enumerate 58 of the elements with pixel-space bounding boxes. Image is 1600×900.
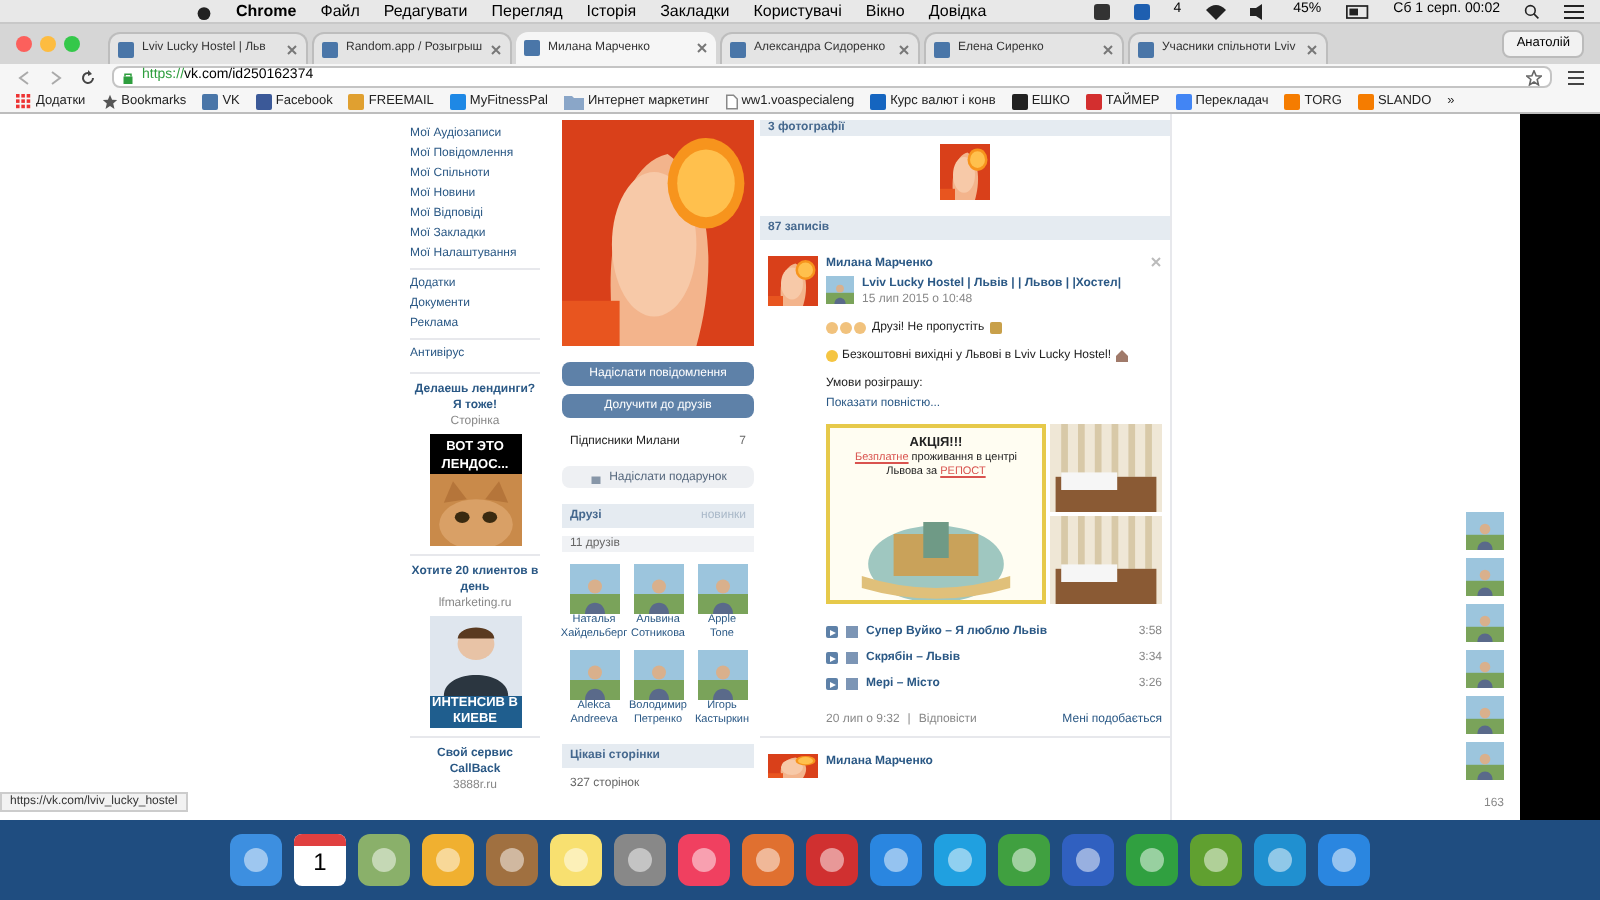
close-icon[interactable] [1102, 43, 1114, 55]
app-icon[interactable] [742, 834, 794, 886]
menu-item[interactable]: Перегляд [491, 0, 563, 23]
app-icon[interactable] [422, 834, 474, 886]
site-icon [730, 41, 746, 57]
site-icon [934, 41, 950, 57]
apps-icon [16, 93, 32, 109]
app-icon[interactable] [486, 834, 538, 886]
menu-item[interactable]: Користувачі [753, 0, 842, 23]
app-icon[interactable] [1126, 834, 1178, 886]
app-icon[interactable] [1318, 834, 1370, 886]
close-icon[interactable] [490, 43, 503, 55]
app-icon[interactable] [678, 834, 730, 886]
star-icon [101, 93, 118, 109]
site-icon [1138, 41, 1154, 57]
calendar-icon[interactable]: 1 [294, 834, 346, 886]
status-icon[interactable] [1093, 3, 1110, 19]
reload-icon[interactable] [80, 69, 96, 85]
play-icon [829, 629, 835, 635]
app-icon[interactable] [614, 834, 666, 886]
site-icon [524, 40, 540, 56]
app-icon[interactable] [998, 834, 1050, 886]
app-icon[interactable] [934, 834, 986, 886]
play-icon [829, 681, 835, 687]
app-icon[interactable] [358, 834, 410, 886]
battery-icon[interactable] [1345, 3, 1370, 19]
close-icon[interactable] [898, 43, 910, 55]
app-icon[interactable] [1190, 834, 1242, 886]
close-icon[interactable] [696, 42, 708, 54]
close-icon[interactable] [1306, 43, 1318, 55]
list-icon[interactable] [1564, 3, 1584, 19]
lock-icon [122, 71, 134, 83]
play-button[interactable] [826, 626, 838, 638]
search-icon[interactable] [1524, 3, 1540, 19]
site-icon [118, 41, 134, 57]
app-name[interactable]: Chrome [236, 0, 297, 23]
star-icon[interactable] [1526, 69, 1542, 85]
site-icon [322, 41, 338, 57]
play-icon [829, 655, 835, 661]
menu-item[interactable]: Історія [586, 0, 637, 23]
menu-item[interactable]: Довідка [928, 0, 987, 23]
app-icon[interactable] [550, 834, 602, 886]
app-icon[interactable] [806, 834, 858, 886]
menu-icon[interactable] [1568, 69, 1584, 85]
menu-item[interactable]: Редагувати [383, 0, 468, 23]
play-button[interactable] [826, 652, 838, 664]
wifi-icon[interactable] [1205, 3, 1226, 19]
menu-item[interactable]: Файл [320, 0, 360, 23]
app-icon[interactable] [870, 834, 922, 886]
status-icon[interactable] [1133, 3, 1150, 19]
app-icon[interactable] [230, 834, 282, 886]
play-button[interactable] [826, 678, 838, 690]
house-emoji-icon [1115, 350, 1128, 362]
app-icon[interactable] [1254, 834, 1306, 886]
close-icon[interactable] [286, 43, 298, 55]
menu-item[interactable]: Вікно [865, 0, 905, 23]
menu-item[interactable]: Закладки [660, 0, 730, 23]
app-icon[interactable] [1062, 834, 1114, 886]
